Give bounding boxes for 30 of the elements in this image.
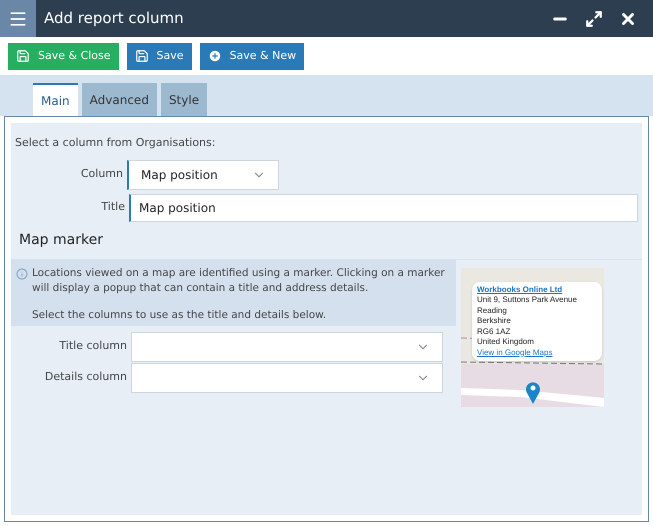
address-line: United Kingdom (477, 337, 535, 348)
maximize-icon[interactable] (585, 10, 603, 28)
intro-text: Select a column from Organisations: (15, 135, 216, 151)
address-line: Reading (477, 306, 508, 316)
tab[interactable]: Style (160, 83, 208, 116)
popup-link[interactable]: Workbooks Online Ltd (477, 284, 597, 295)
title-field[interactable]: Map position (129, 194, 638, 222)
save-icon (134, 49, 149, 63)
tab[interactable]: Advanced (82, 83, 157, 116)
dropdown[interactable]: Map position (127, 160, 279, 190)
field-label: Column (80, 166, 124, 182)
toolbar-button[interactable]: Save & New (200, 42, 304, 70)
save-icon (16, 49, 30, 63)
field-label: Details column (44, 369, 128, 386)
popup-link[interactable]: View in Google Maps (477, 348, 597, 358)
toolbar-button[interactable]: Save (126, 42, 192, 70)
address-line: Berkshire (477, 316, 512, 326)
menu-button[interactable] (0, 0, 36, 37)
window-title: Add report column (44, 8, 184, 30)
info-text: Locations viewed on a map are identified using a marker. Clicking on a marker will display a popup that can contain a title and address details. (32, 266, 446, 296)
info-icon (16, 268, 28, 280)
address-line: Unit 9, Suttons Park Avenue (477, 295, 578, 306)
field-label: Title (100, 199, 126, 216)
plus-circle-icon (208, 49, 222, 63)
section-heading: Map marker (19, 230, 104, 250)
field-label: Title column (58, 338, 128, 354)
address-line: RG6 1AZ (477, 326, 512, 337)
info-text: Select the columns to use as the title and details below. (32, 308, 328, 322)
tab[interactable]: Main (33, 83, 78, 116)
map-marker-icon (525, 380, 541, 404)
